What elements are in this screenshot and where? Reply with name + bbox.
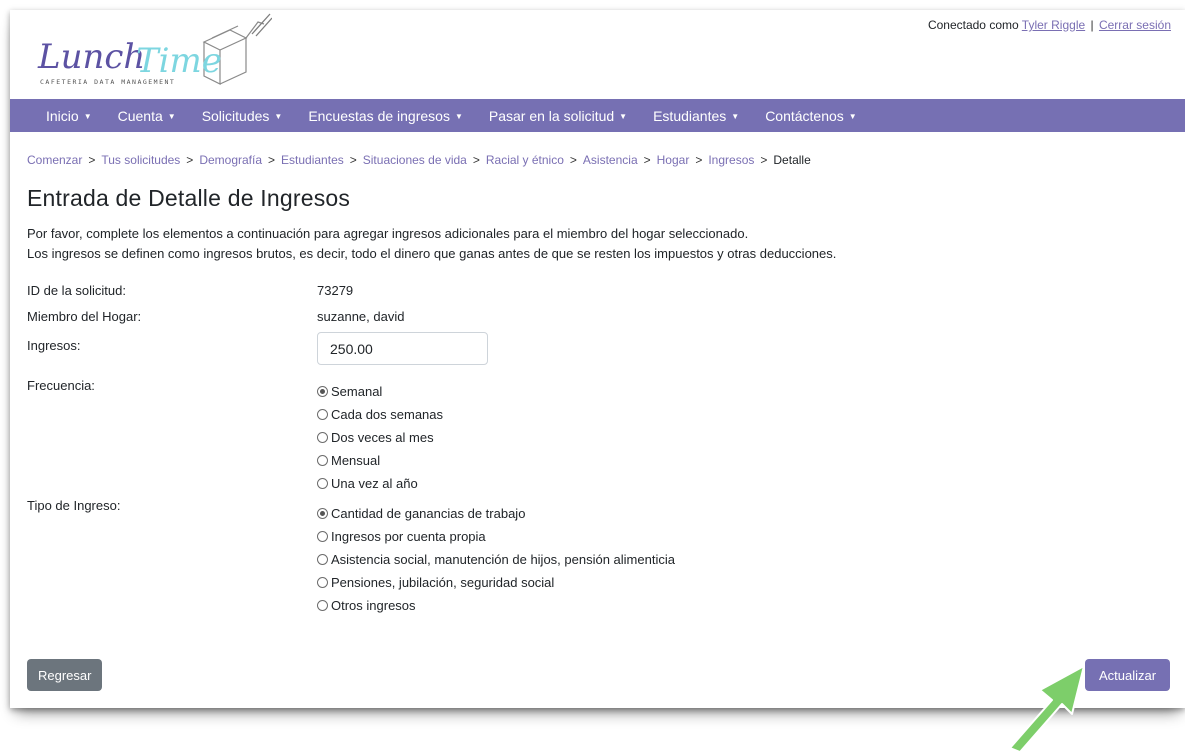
- connected-as-label: Conectado como: [927, 18, 1019, 32]
- breadcrumb-item-ingresos[interactable]: Ingresos: [708, 153, 754, 167]
- nav-item-encuestas[interactable]: Encuestas de ingresos ▼: [308, 108, 463, 124]
- update-button[interactable]: Actualizar: [1085, 659, 1170, 691]
- intro-text: Por favor, complete los elementos a cont…: [27, 224, 836, 264]
- frequency-option-mensual[interactable]: Mensual: [317, 449, 443, 472]
- radio-unchecked[interactable]: [317, 409, 328, 420]
- breadcrumb-separator: >: [349, 153, 357, 167]
- header: Lunch Time CAFETERIA DATA MANAGEMENT Con…: [10, 10, 1185, 100]
- page-title: Entrada de Detalle de Ingresos: [27, 185, 351, 211]
- caret-down-icon: ▼: [848, 112, 857, 121]
- application-id-label: ID de la solicitud:: [27, 283, 126, 298]
- breadcrumb-item-hogar[interactable]: Hogar: [657, 153, 690, 167]
- caret-down-icon: ▼: [83, 112, 92, 121]
- breadcrumb-separator: >: [643, 153, 651, 167]
- breadcrumb-item-racial[interactable]: Racial y étnico: [486, 153, 564, 167]
- radio-unchecked[interactable]: [317, 577, 328, 588]
- nav-item-cuenta[interactable]: Cuenta ▼: [118, 108, 176, 124]
- caret-down-icon: ▼: [619, 112, 628, 121]
- svg-text:Time: Time: [136, 41, 222, 81]
- nav-item-inicio[interactable]: Inicio ▼: [46, 108, 92, 124]
- income-type-label: Tipo de Ingreso:: [27, 498, 121, 513]
- frequency-option-cada-dos-semanas[interactable]: Cada dos semanas: [317, 403, 443, 426]
- radio-unchecked[interactable]: [317, 554, 328, 565]
- income-type-radio-group: Cantidad de ganancias de trabajo Ingreso…: [317, 502, 675, 617]
- income-input[interactable]: [317, 332, 488, 365]
- lunchtime-logo[interactable]: Lunch Time CAFETERIA DATA MANAGEMENT: [32, 12, 272, 94]
- breadcrumb-separator: >: [695, 153, 703, 167]
- breadcrumb-item-tus-solicitudes[interactable]: Tus solicitudes: [101, 153, 180, 167]
- radio-unchecked[interactable]: [317, 478, 328, 489]
- household-member-label: Miembro del Hogar:: [27, 309, 142, 324]
- breadcrumb-item-asistencia[interactable]: Asistencia: [583, 153, 638, 167]
- income-type-option-asistencia-social[interactable]: Asistencia social, manutención de hijos,…: [317, 548, 675, 571]
- household-member-value: suzanne, david: [317, 309, 405, 324]
- income-type-option-cuenta-propia[interactable]: Ingresos por cuenta propia: [317, 525, 675, 548]
- breadcrumb-item-detalle: Detalle: [773, 153, 811, 167]
- frequency-option-dos-veces-mes[interactable]: Dos veces al mes: [317, 426, 443, 449]
- svg-text:CAFETERIA DATA MANAGEMENT: CAFETERIA DATA MANAGEMENT: [40, 78, 175, 86]
- nav-item-estudiantes[interactable]: Estudiantes ▼: [653, 108, 739, 124]
- breadcrumb-separator: >: [569, 153, 577, 167]
- svg-text:Lunch: Lunch: [37, 37, 145, 77]
- breadcrumb-separator: >: [268, 153, 276, 167]
- breadcrumb-separator: >: [760, 153, 768, 167]
- nav-item-pasar-solicitud[interactable]: Pasar en la solicitud ▼: [489, 108, 627, 124]
- user-bar: Conectado como Tyler Riggle | Cerrar ses…: [928, 18, 1171, 32]
- nav-item-contactenos[interactable]: Contáctenos ▼: [765, 108, 857, 124]
- intro-line: Los ingresos se definen como ingresos br…: [27, 246, 837, 261]
- arrow-annotation-icon: [1009, 665, 1085, 753]
- radio-unchecked[interactable]: [317, 455, 328, 466]
- logout-link[interactable]: Cerrar sesión: [1099, 18, 1171, 32]
- user-bar-separator: |: [1090, 18, 1094, 32]
- nav-item-solicitudes[interactable]: Solicitudes ▼: [202, 108, 283, 124]
- main-nav: Inicio ▼ Cuenta ▼ Solicitudes ▼ Encuestas d…: [10, 99, 1185, 132]
- frequency-label: Frecuencia:: [27, 378, 95, 393]
- radio-checked[interactable]: [317, 386, 328, 397]
- frequency-option-una-vez-ano[interactable]: Una vez al año: [317, 472, 443, 495]
- intro-line: Por favor, complete los elementos a cont…: [27, 226, 749, 241]
- breadcrumb-item-estudiantes[interactable]: Estudiantes: [281, 153, 344, 167]
- caret-down-icon: ▼: [274, 112, 283, 121]
- breadcrumb: Comenzar > Tus solicitudes > Demografía …: [27, 153, 811, 167]
- income-type-option-pensiones[interactable]: Pensiones, jubilación, seguridad social: [317, 571, 675, 594]
- breadcrumb-separator: >: [472, 153, 480, 167]
- income-type-option-trabajo[interactable]: Cantidad de ganancias de trabajo: [317, 502, 675, 525]
- radio-unchecked[interactable]: [317, 531, 328, 542]
- breadcrumb-separator: >: [88, 153, 96, 167]
- application-id-value: 73279: [317, 283, 354, 298]
- caret-down-icon: ▼: [454, 112, 463, 121]
- breadcrumb-separator: >: [186, 153, 194, 167]
- radio-unchecked[interactable]: [317, 600, 328, 611]
- breadcrumb-item-demografia[interactable]: Demografía: [199, 153, 262, 167]
- income-type-option-otros[interactable]: Otros ingresos: [317, 594, 675, 617]
- radio-unchecked[interactable]: [317, 432, 328, 443]
- user-name-link[interactable]: Tyler Riggle: [1022, 18, 1085, 32]
- income-label: Ingresos:: [27, 338, 81, 353]
- caret-down-icon: ▼: [731, 112, 740, 121]
- back-button[interactable]: Regresar: [27, 659, 103, 691]
- frequency-option-semanal[interactable]: Semanal: [317, 380, 443, 403]
- radio-checked[interactable]: [317, 508, 328, 519]
- breadcrumb-item-situaciones[interactable]: Situaciones de vida: [363, 153, 467, 167]
- breadcrumb-item-comenzar[interactable]: Comenzar: [27, 153, 82, 167]
- page-frame: Lunch Time CAFETERIA DATA MANAGEMENT Con…: [10, 10, 1185, 708]
- caret-down-icon: ▼: [167, 112, 176, 121]
- frequency-radio-group: Semanal Cada dos semanas Dos veces al me…: [317, 380, 443, 495]
